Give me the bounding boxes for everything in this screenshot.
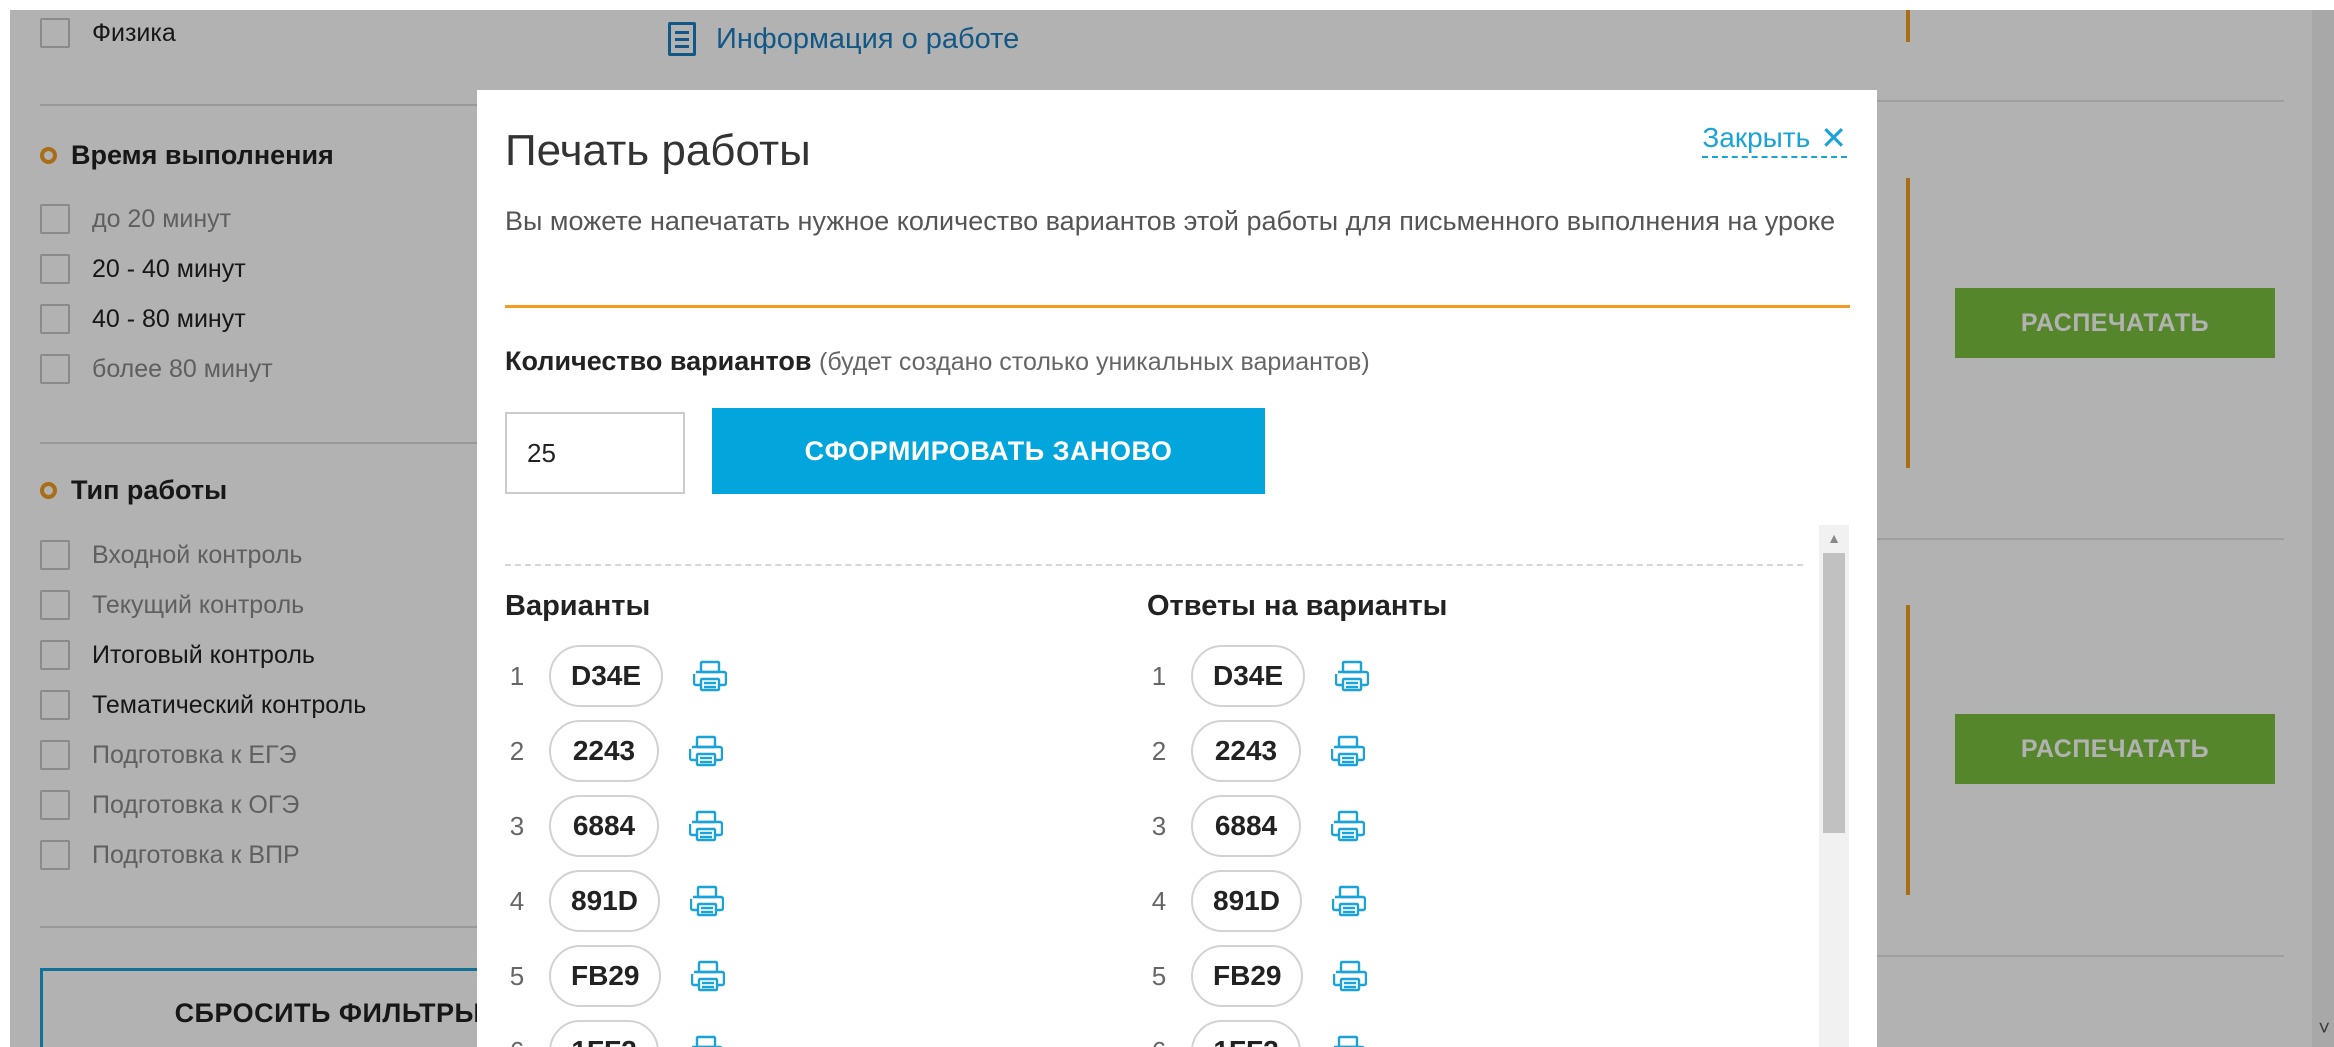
- variant-code[interactable]: 2243: [1191, 720, 1301, 782]
- printer-icon[interactable]: [693, 660, 728, 692]
- print-work-modal: Печать работы Закрыть ✕ Вы можете напеча…: [477, 90, 1877, 1047]
- printer-icon[interactable]: [689, 1035, 723, 1047]
- variant-row: 2 2243: [497, 720, 723, 782]
- modal-title: Печать работы: [505, 126, 811, 175]
- variant-code[interactable]: FB29: [549, 945, 662, 1007]
- variant-row: 4 891D: [497, 870, 724, 932]
- variant-number: 3: [1151, 810, 1167, 841]
- answer-row: 2 2243: [1139, 720, 1365, 782]
- modal-scrollbar[interactable]: ▲: [1819, 525, 1849, 1047]
- variant-number: 2: [1151, 735, 1167, 766]
- answers-title: Ответы на варианты: [1147, 590, 1448, 622]
- variant-code[interactable]: 2243: [549, 720, 659, 782]
- variant-number: 4: [509, 885, 525, 916]
- variant-code[interactable]: 891D: [1191, 870, 1302, 932]
- printer-icon[interactable]: [691, 960, 726, 992]
- top-edge: [0, 0, 2334, 10]
- printer-icon[interactable]: [1331, 810, 1365, 842]
- left-edge: [0, 0, 10, 1047]
- printer-icon[interactable]: [1331, 735, 1365, 767]
- scroll-up-icon[interactable]: ▲: [1819, 525, 1849, 551]
- scrollbar-thumb[interactable]: [1823, 553, 1845, 833]
- printer-icon[interactable]: [1331, 1035, 1365, 1047]
- variants-count-input[interactable]: [505, 412, 685, 494]
- answer-row: 6 1FF2: [1139, 1020, 1365, 1047]
- variant-row: 3 6884: [497, 795, 723, 857]
- variant-code[interactable]: 1FF2: [549, 1020, 659, 1047]
- answer-row: 3 6884: [1139, 795, 1365, 857]
- answer-row: 5 FB29: [1139, 945, 1368, 1007]
- close-label: Закрыть: [1702, 122, 1811, 153]
- printer-icon[interactable]: [1333, 960, 1368, 992]
- variant-number: 5: [1151, 960, 1167, 991]
- close-icon: ✕: [1820, 120, 1847, 156]
- variant-number: 2: [509, 735, 525, 766]
- variant-code[interactable]: D34E: [1191, 645, 1306, 707]
- close-button[interactable]: Закрыть ✕: [1702, 122, 1847, 158]
- variant-number: 1: [509, 660, 525, 691]
- variant-number: 3: [509, 810, 525, 841]
- variants-count-label: Количество вариантов (будет создано стол…: [505, 346, 1370, 376]
- printer-icon[interactable]: [689, 885, 724, 917]
- variant-number: 6: [497, 1036, 537, 1047]
- variant-code[interactable]: 6884: [549, 795, 659, 857]
- variant-number: 6: [1139, 1036, 1179, 1047]
- printer-icon[interactable]: [689, 810, 723, 842]
- modal-description: Вы можете напечатать нужное количество в…: [505, 206, 1836, 236]
- variants-title: Варианты: [505, 590, 651, 622]
- variant-code[interactable]: FB29: [1191, 945, 1304, 1007]
- variant-number: 4: [1151, 885, 1167, 916]
- printer-icon[interactable]: [689, 735, 723, 767]
- printer-icon[interactable]: [1335, 660, 1370, 692]
- variant-code[interactable]: D34E: [549, 645, 664, 707]
- variant-code[interactable]: 891D: [549, 870, 660, 932]
- variant-code[interactable]: 1FF2: [1191, 1020, 1301, 1047]
- variant-row: 6 1FF2: [497, 1020, 723, 1047]
- variant-number: 5: [509, 960, 525, 991]
- orange-divider: [505, 305, 1850, 308]
- dashed-divider: [505, 564, 1803, 566]
- printer-icon[interactable]: [1331, 885, 1366, 917]
- variant-code[interactable]: 6884: [1191, 795, 1301, 857]
- regenerate-button[interactable]: СФОРМИРОВАТЬ ЗАНОВО: [712, 408, 1265, 494]
- answer-row: 4 891D: [1139, 870, 1366, 932]
- variant-row: 5 FB29: [497, 945, 726, 1007]
- variant-row: 1 D34E: [497, 645, 728, 707]
- variant-number: 1: [1151, 660, 1167, 691]
- answer-row: 1 D34E: [1139, 645, 1370, 707]
